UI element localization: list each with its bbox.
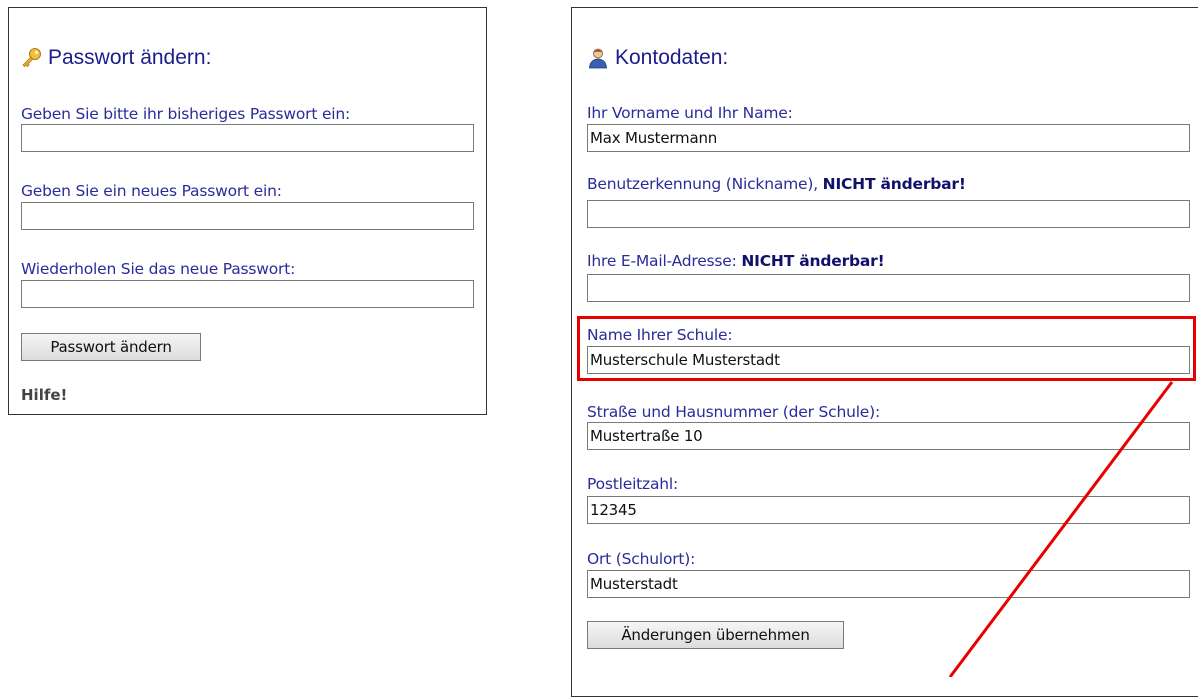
school-name-input[interactable] xyxy=(587,346,1190,374)
email-label-text: Ihre E-Mail-Adresse: xyxy=(587,252,737,270)
nickname-not-editable-note: NICHT änderbar! xyxy=(822,175,966,193)
full-name-input[interactable] xyxy=(587,124,1190,152)
new-password-label: Geben Sie ein neues Passwort ein: xyxy=(21,182,282,200)
repeat-password-label: Wiederholen Sie das neue Passwort: xyxy=(21,260,296,278)
full-name-label: Ihr Vorname und Ihr Name: xyxy=(587,104,793,122)
email-input[interactable] xyxy=(587,274,1190,302)
school-name-label: Name Ihrer Schule: xyxy=(587,326,733,344)
account-heading: Kontodaten: xyxy=(587,46,728,70)
user-icon xyxy=(587,47,609,69)
current-password-input[interactable] xyxy=(21,124,474,152)
new-password-input[interactable] xyxy=(21,202,474,230)
key-icon xyxy=(20,47,42,69)
street-input[interactable] xyxy=(587,422,1190,450)
change-password-button[interactable]: Passwort ändern xyxy=(21,333,201,361)
email-label: Ihre E-Mail-Adresse: NICHT änderbar! xyxy=(587,252,885,270)
password-heading: Passwort ändern: xyxy=(20,46,211,70)
current-password-label: Geben Sie bitte ihr bisheriges Passwort … xyxy=(21,105,351,123)
nickname-label: Benutzerkennung (Nickname), NICHT änderb… xyxy=(587,175,966,193)
nickname-label-text: Benutzerkennung (Nickname), xyxy=(587,175,818,193)
repeat-password-input[interactable] xyxy=(21,280,474,308)
nickname-input[interactable] xyxy=(587,200,1190,228)
account-heading-title: Kontodaten: xyxy=(615,46,729,69)
street-label: Straße und Hausnummer (der Schule): xyxy=(587,403,881,421)
city-label: Ort (Schulort): xyxy=(587,550,696,568)
password-heading-title: Passwort ändern: xyxy=(48,46,212,69)
zip-label: Postleitzahl: xyxy=(587,475,679,493)
email-not-editable-note: NICHT änderbar! xyxy=(741,252,885,270)
city-input[interactable] xyxy=(587,570,1190,598)
save-changes-button[interactable]: Änderungen übernehmen xyxy=(587,621,844,649)
help-link[interactable]: Hilfe! xyxy=(21,386,67,404)
zip-input[interactable] xyxy=(587,496,1190,524)
